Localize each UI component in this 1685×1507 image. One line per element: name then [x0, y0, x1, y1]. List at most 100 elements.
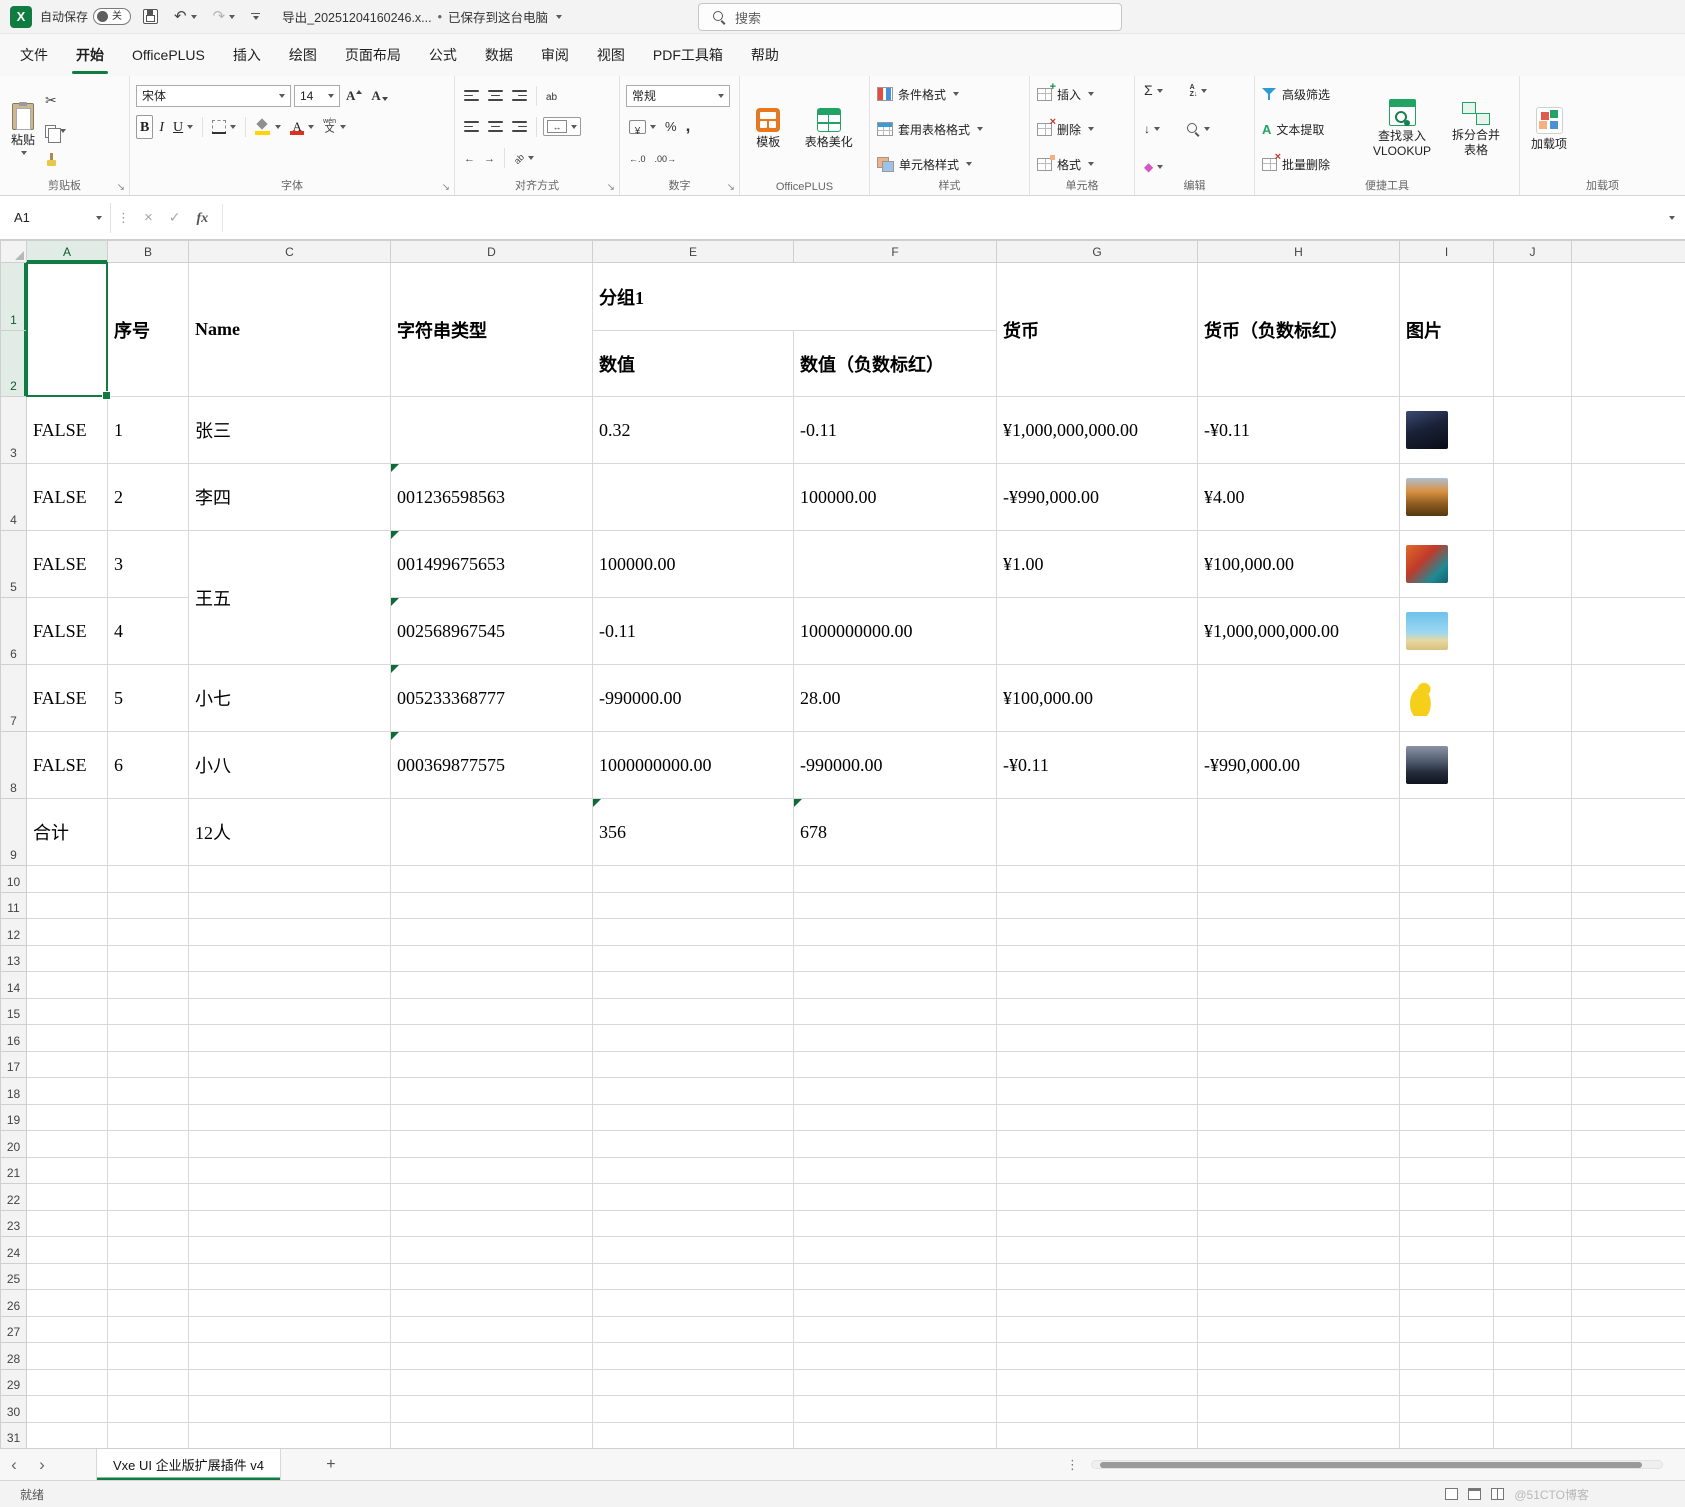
cell[interactable] — [189, 1051, 391, 1078]
cell[interactable]: 1000000000.00 — [593, 732, 794, 799]
cell[interactable] — [1494, 1290, 1572, 1317]
cell[interactable]: 1000000000.00 — [794, 598, 997, 665]
cell[interactable] — [108, 866, 189, 893]
cell[interactable] — [27, 1078, 108, 1105]
clipboard-dialog-launcher[interactable]: ↘ — [117, 182, 125, 193]
header-cell-numeric[interactable]: 数值 — [593, 331, 794, 397]
cell[interactable] — [27, 1104, 108, 1131]
sheet-nav-left-button[interactable]: ‹ — [0, 1449, 28, 1480]
cell[interactable] — [189, 1422, 391, 1448]
row-header-20[interactable]: 20 — [1, 1131, 27, 1158]
cell[interactable] — [108, 1263, 189, 1290]
cell[interactable] — [1494, 1051, 1572, 1078]
cell[interactable] — [1494, 1237, 1572, 1264]
cell[interactable] — [997, 972, 1198, 999]
tab-page-layout[interactable]: 页面布局 — [331, 34, 415, 76]
cell[interactable] — [1198, 919, 1400, 946]
cell[interactable]: 小八 — [189, 732, 391, 799]
cell[interactable]: FALSE — [27, 732, 108, 799]
vlookup-button[interactable]: 查找录入 VLOOKUP — [1364, 80, 1440, 178]
cell[interactable] — [1494, 665, 1572, 732]
cell[interactable] — [391, 1078, 593, 1105]
cell[interactable] — [1494, 1157, 1572, 1184]
cell[interactable] — [391, 1263, 593, 1290]
cell[interactable] — [189, 1184, 391, 1211]
cell[interactable] — [189, 1369, 391, 1396]
cell[interactable] — [997, 919, 1198, 946]
cell[interactable] — [997, 1157, 1198, 1184]
cell[interactable] — [108, 1104, 189, 1131]
cell[interactable] — [1572, 1369, 1685, 1396]
cell[interactable] — [1400, 1290, 1494, 1317]
cell[interactable] — [794, 1078, 997, 1105]
redo-button[interactable] — [209, 5, 240, 28]
cell[interactable] — [391, 1290, 593, 1317]
row-header-22[interactable]: 22 — [1, 1184, 27, 1211]
scrollbar-thumb[interactable] — [1100, 1462, 1642, 1468]
cell[interactable] — [1572, 1343, 1685, 1370]
cell[interactable] — [391, 1104, 593, 1131]
cell[interactable] — [1400, 464, 1494, 531]
cell[interactable] — [997, 892, 1198, 919]
normal-view-button[interactable] — [1445, 1488, 1458, 1500]
add-sheet-button[interactable]: + — [315, 1449, 347, 1480]
cell[interactable] — [108, 972, 189, 999]
cell[interactable] — [1572, 919, 1685, 946]
conditional-format-button[interactable]: 条件格式 — [874, 80, 1025, 108]
cell[interactable] — [794, 1263, 997, 1290]
cell[interactable] — [391, 1316, 593, 1343]
cell[interactable] — [27, 1184, 108, 1211]
cell[interactable] — [27, 1343, 108, 1370]
row-header-16[interactable]: 16 — [1, 1025, 27, 1052]
cell[interactable] — [1494, 1131, 1572, 1158]
header-cell-numeric-red[interactable]: 数值（负数标红） — [794, 331, 997, 397]
row-header-26[interactable]: 26 — [1, 1290, 27, 1317]
cell[interactable] — [1494, 945, 1572, 972]
cell[interactable] — [391, 1184, 593, 1211]
cell[interactable] — [1400, 1051, 1494, 1078]
cell[interactable] — [997, 1184, 1198, 1211]
cell[interactable]: 001499675653 — [391, 531, 593, 598]
cell[interactable]: 2 — [108, 464, 189, 531]
row-header-24[interactable]: 24 — [1, 1237, 27, 1264]
accounting-format-button[interactable] — [626, 118, 659, 136]
cell[interactable] — [1494, 1343, 1572, 1370]
borders-button[interactable] — [209, 118, 239, 136]
cell[interactable]: FALSE — [27, 598, 108, 665]
cell[interactable]: -¥0.11 — [1198, 397, 1400, 464]
cell[interactable] — [1572, 1104, 1685, 1131]
cell[interactable] — [794, 866, 997, 893]
cell[interactable] — [108, 892, 189, 919]
cell[interactable] — [1198, 1396, 1400, 1423]
align-center-button[interactable] — [485, 119, 506, 133]
cell[interactable]: ¥100,000.00 — [997, 665, 1198, 732]
cell[interactable] — [1572, 1210, 1685, 1237]
cell[interactable] — [1572, 1422, 1685, 1448]
row-header-2[interactable]: 2 — [1, 331, 27, 397]
cell[interactable] — [1572, 1290, 1685, 1317]
cell[interactable] — [593, 1369, 794, 1396]
cell[interactable] — [27, 919, 108, 946]
cell[interactable]: 小七 — [189, 665, 391, 732]
align-bottom-button[interactable] — [509, 88, 530, 102]
align-left-button[interactable] — [461, 119, 482, 133]
cell[interactable] — [997, 1290, 1198, 1317]
cell[interactable] — [108, 945, 189, 972]
worksheet-area[interactable]: ABCDEFGHIJ1序号Name字符串类型分组1货币货币（负数标红）图片2数值… — [0, 240, 1685, 1448]
underline-button[interactable] — [170, 116, 196, 138]
cell[interactable] — [794, 1025, 997, 1052]
cell[interactable] — [1494, 1316, 1572, 1343]
cell[interactable] — [27, 866, 108, 893]
sheet-tab-active[interactable]: Vxe UI 企业版扩展插件 v4 — [96, 1449, 281, 1480]
cell[interactable] — [1572, 1051, 1685, 1078]
cell[interactable] — [1494, 464, 1572, 531]
cell[interactable] — [794, 1422, 997, 1448]
column-header-F[interactable]: F — [794, 241, 997, 263]
row-header-13[interactable]: 13 — [1, 945, 27, 972]
cell[interactable]: 001236598563 — [391, 464, 593, 531]
img-autumn-hills[interactable] — [1406, 478, 1448, 516]
cell[interactable] — [593, 998, 794, 1025]
column-header-A[interactable]: A — [27, 241, 108, 263]
cell[interactable] — [1572, 531, 1685, 598]
text-extract-button[interactable]: 文本提取 — [1259, 115, 1364, 143]
